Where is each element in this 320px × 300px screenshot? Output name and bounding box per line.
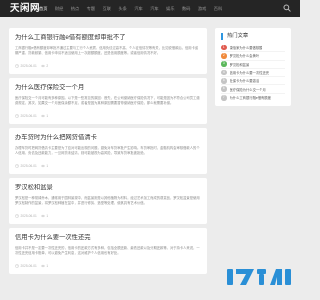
article-date: 2025-06-01 xyxy=(15,163,37,170)
article-date: 2025-06-01 xyxy=(15,113,37,120)
watermark-logo xyxy=(227,269,291,285)
article-card: 信用卡为什么要一次性还完 信用卡并不是一定要一次性还完的，信用卡的还款方式有多种，… xyxy=(9,228,207,274)
rank-number-badge: 2 xyxy=(221,53,227,59)
article-views: 1 xyxy=(40,264,49,270)
hot-article-item[interactable]: 2 罗汉松为什么会黄叶 xyxy=(221,52,285,61)
nav-item[interactable]: 互联 xyxy=(103,0,111,17)
hot-article-item[interactable]: 6 医疗保险为什么交一个月 xyxy=(221,85,285,94)
article-summary: 医疗保险交一个月可能有多种原因。以下是一些常见的原因：首先，在公司缴纳医疗保险情… xyxy=(15,96,200,105)
date-text: 2025-06-01 xyxy=(20,114,37,118)
nav-item[interactable]: 汽车 xyxy=(150,0,158,17)
article-title[interactable]: 罗汉松和盆景 xyxy=(15,184,201,192)
nav-item[interactable]: 百科 xyxy=(214,0,222,17)
article-meta: 2025-06-01 1 xyxy=(15,213,201,220)
views-count: 1 xyxy=(46,214,49,218)
nav-item[interactable]: 财经 xyxy=(55,0,63,17)
article-summary: 信用卡并不是一定要一次性还完的，信用卡的还款方式有多种，包括全额还款、最低还款以… xyxy=(15,246,200,255)
article-date: 2025-06-01 xyxy=(15,213,37,220)
hot-article-item[interactable]: 7 为什么工商银行融e借有额度 xyxy=(221,94,285,102)
hot-article-label: 社保卡为什么要激活 xyxy=(229,79,260,84)
article-title[interactable]: 为什么医疗保险交一个月 xyxy=(15,84,201,92)
date-text: 2025-06-01 xyxy=(20,214,37,218)
hot-article-item[interactable]: 1 康佰家为什么要做核酸 xyxy=(221,44,285,53)
date-text: 2025-06-01 xyxy=(20,264,37,268)
rank-number-badge: 4 xyxy=(221,69,227,76)
nav-item[interactable]: 数码 xyxy=(182,0,190,17)
article-title[interactable]: 信用卡为什么要一次性还完 xyxy=(15,234,201,242)
rank-number-badge: 7 xyxy=(221,95,227,101)
views-count: 2 xyxy=(46,64,49,68)
article-summary: 罗汉松是一种常绿乔木，通常用于园林景观中，而盆景则是以其他植物为材料，经过艺术加… xyxy=(15,196,200,205)
rank-number-badge: 3 xyxy=(221,61,227,67)
article-list: 为什么工商银行融e借有额度却审批不了 工商银行融e借有额度却审批不通过主要与工行个… xyxy=(9,28,207,278)
nav-item[interactable]: 娱乐 xyxy=(166,0,174,17)
hot-article-label: 罗汉松和盆景 xyxy=(229,62,250,67)
article-views: 2 xyxy=(40,64,49,70)
hot-article-item[interactable]: 3 罗汉松和盆景 xyxy=(221,61,285,69)
article-title[interactable]: 为什么工商银行融e借有额度却审批不了 xyxy=(15,34,201,42)
rank-number-badge: 6 xyxy=(221,86,227,92)
nav-item[interactable]: 热点 xyxy=(71,0,79,17)
date-text: 2025-06-01 xyxy=(20,64,37,68)
article-date: 2025-06-01 xyxy=(15,263,37,270)
hot-article-label: 罗汉松为什么会黄叶 xyxy=(229,54,260,59)
article-card: 为什么医疗保险交一个月 医疗保险交一个月可能有多种原因。以下是一些常见的原因：首先… xyxy=(9,78,207,124)
nav-item[interactable]: 专题 xyxy=(87,0,95,17)
nav-item[interactable]: 游戏 xyxy=(198,0,206,17)
top-navbar: 天闲网 首页 财经 热点 专题 互联 头条 汽车 汽车 娱乐 数码 游戏 百科 xyxy=(0,0,300,17)
nav-item[interactable]: 首页 xyxy=(39,0,47,17)
rank-number-badge: 5 xyxy=(221,78,227,84)
rank-number-badge: 1 xyxy=(221,44,227,51)
views-count: 1 xyxy=(46,114,49,118)
article-meta: 2025-06-01 1 xyxy=(15,113,201,120)
hot-article-item[interactable]: 4 信用卡为什么要一次性还完 xyxy=(221,69,285,78)
hot-article-label: 医疗保险为什么交一个月 xyxy=(229,87,266,92)
article-views: 1 xyxy=(40,214,49,220)
article-meta: 2025-06-01 1 xyxy=(15,263,201,270)
date-text: 2025-06-01 xyxy=(20,164,37,168)
search-icon[interactable] xyxy=(283,4,291,12)
nav-item[interactable]: 汽车 xyxy=(134,0,142,17)
site-logo[interactable]: 天闲网 xyxy=(10,2,40,15)
article-summary: 工商银行融e借有额度却审批不通过主要与工行个人资质、信用负债过高不高、个人征信情… xyxy=(15,46,199,55)
article-views: 1 xyxy=(40,114,49,120)
main-nav: 首页 财经 热点 专题 互联 头条 汽车 汽车 娱乐 数码 游戏 百科 xyxy=(39,0,230,17)
views-count: 1 xyxy=(46,264,49,268)
article-summary: 办理车贷时把网贷借清卡主要是为了应对可能出现的问题，避免对车贷审批产生影响。车贷… xyxy=(15,146,200,155)
hot-article-label: 康佰家为什么要做核酸 xyxy=(229,46,263,51)
article-meta: 2025-06-01 2 xyxy=(15,63,201,70)
views-count: 1 xyxy=(46,164,49,168)
hot-article-label: 为什么工商银行融e借有额度 xyxy=(229,96,271,101)
article-date: 2025-06-01 xyxy=(15,63,37,70)
article-title[interactable]: 办车贷时为什么把网贷借清卡 xyxy=(15,134,201,142)
hot-article-label: 信用卡为什么要一次性还完 xyxy=(229,71,270,76)
hot-articles-panel: 热门文章 1 康佰家为什么要做核酸 2 罗汉松为什么会黄叶 3 罗汉松和盆景 4 信用卡为什么… xyxy=(215,28,291,107)
hot-articles-title: 热门文章 xyxy=(221,33,285,40)
article-views: 1 xyxy=(40,164,49,170)
article-card: 罗汉松和盆景 罗汉松是一种常绿乔木，通常用于园林景观中，而盆景则是以其他植物为材料… xyxy=(9,178,207,224)
article-meta: 2025-06-01 1 xyxy=(15,163,201,170)
hot-article-item[interactable]: 5 社保卡为什么要激活 xyxy=(221,77,285,86)
nav-item[interactable]: 头条 xyxy=(118,0,126,17)
article-card: 办车贷时为什么把网贷借清卡 办理车贷时把网贷借清卡主要是为了应对可能出现的问题，避… xyxy=(9,128,207,174)
article-card: 为什么工商银行融e借有额度却审批不了 工商银行融e借有额度却审批不通过主要与工行个… xyxy=(9,28,207,74)
